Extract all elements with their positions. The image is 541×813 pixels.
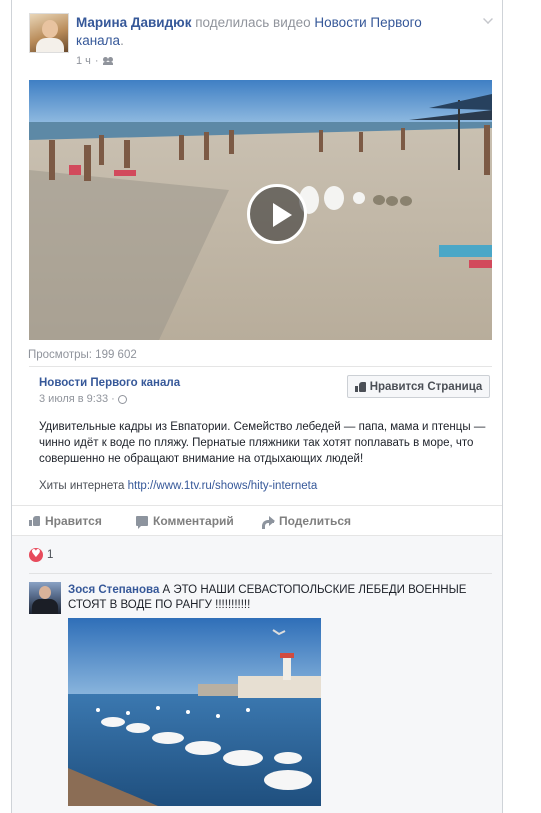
share-icon xyxy=(262,516,275,529)
like-label: Нравится xyxy=(45,514,102,528)
thumbs-up-icon xyxy=(29,516,40,526)
reactions-summary[interactable]: 1 xyxy=(29,547,54,562)
post-meta: 1 ч · xyxy=(76,55,114,67)
love-reaction-icon xyxy=(29,547,43,562)
thumbs-up-icon xyxy=(354,381,366,392)
link-prefix: Хиты интернета xyxy=(39,480,125,492)
author-avatar[interactable] xyxy=(29,13,69,53)
header-period: . xyxy=(120,33,124,48)
author-name[interactable]: Марина Давидюк xyxy=(76,15,191,30)
post-time[interactable]: 1 ч xyxy=(76,55,91,67)
comment-body: Зося Степанова А ЭТО НАШИ СЕВАСТОПОЛЬСКИ… xyxy=(68,583,488,613)
post-actions: Нравится Комментарий Поделиться xyxy=(12,505,502,535)
comments-section: 1 Зося Степанова А ЭТО НАШИ СЕВАСТОПОЛЬС… xyxy=(12,535,502,813)
action-text: поделилась видео xyxy=(195,15,311,30)
right-border xyxy=(502,0,503,813)
share-button[interactable]: Поделиться xyxy=(262,514,352,529)
swans-photo xyxy=(68,618,321,806)
post-header: Марина Давидюк поделилась видео Новости … xyxy=(76,14,466,50)
shared-description: Удивительные кадры из Евпатории. Семейст… xyxy=(39,421,486,465)
share-label: Поделиться xyxy=(279,514,352,528)
external-link[interactable]: http://www.1tv.ru/shows/hity-interneta xyxy=(128,480,318,492)
shared-page-title[interactable]: Новости Первого канала xyxy=(39,377,180,389)
shared-content-card: Новости Первого канала 3 июля в 9:33 · Н… xyxy=(29,366,492,497)
comment-button[interactable]: Комментарий xyxy=(136,514,234,529)
video-player[interactable] xyxy=(29,80,492,340)
divider xyxy=(29,573,492,574)
like-page-label: Нравится Страница xyxy=(369,380,483,393)
shared-link-line: Хиты интернета http://www.1tv.ru/shows/h… xyxy=(39,480,317,492)
globe-icon[interactable] xyxy=(117,394,127,404)
reaction-count: 1 xyxy=(47,549,54,561)
shared-date-text[interactable]: 3 июля в 9:33 xyxy=(39,393,108,405)
shared-date: 3 июля в 9:33 · xyxy=(39,393,127,405)
comment-icon xyxy=(136,516,148,529)
friends-audience-icon[interactable] xyxy=(102,57,114,65)
like-button[interactable]: Нравится xyxy=(29,514,102,528)
play-icon[interactable] xyxy=(247,184,307,244)
comment-label: Комментарий xyxy=(153,514,234,528)
commenter-avatar[interactable] xyxy=(29,582,61,614)
like-page-button[interactable]: Нравится Страница xyxy=(347,375,490,398)
view-count: Просмотры: 199 602 xyxy=(28,349,137,361)
comment-photo[interactable] xyxy=(68,618,321,806)
chevron-down-icon[interactable] xyxy=(483,14,493,24)
feed-post: Марина Давидюк поделилась видео Новости … xyxy=(12,0,502,813)
commenter-name[interactable]: Зося Степанова xyxy=(68,584,159,596)
